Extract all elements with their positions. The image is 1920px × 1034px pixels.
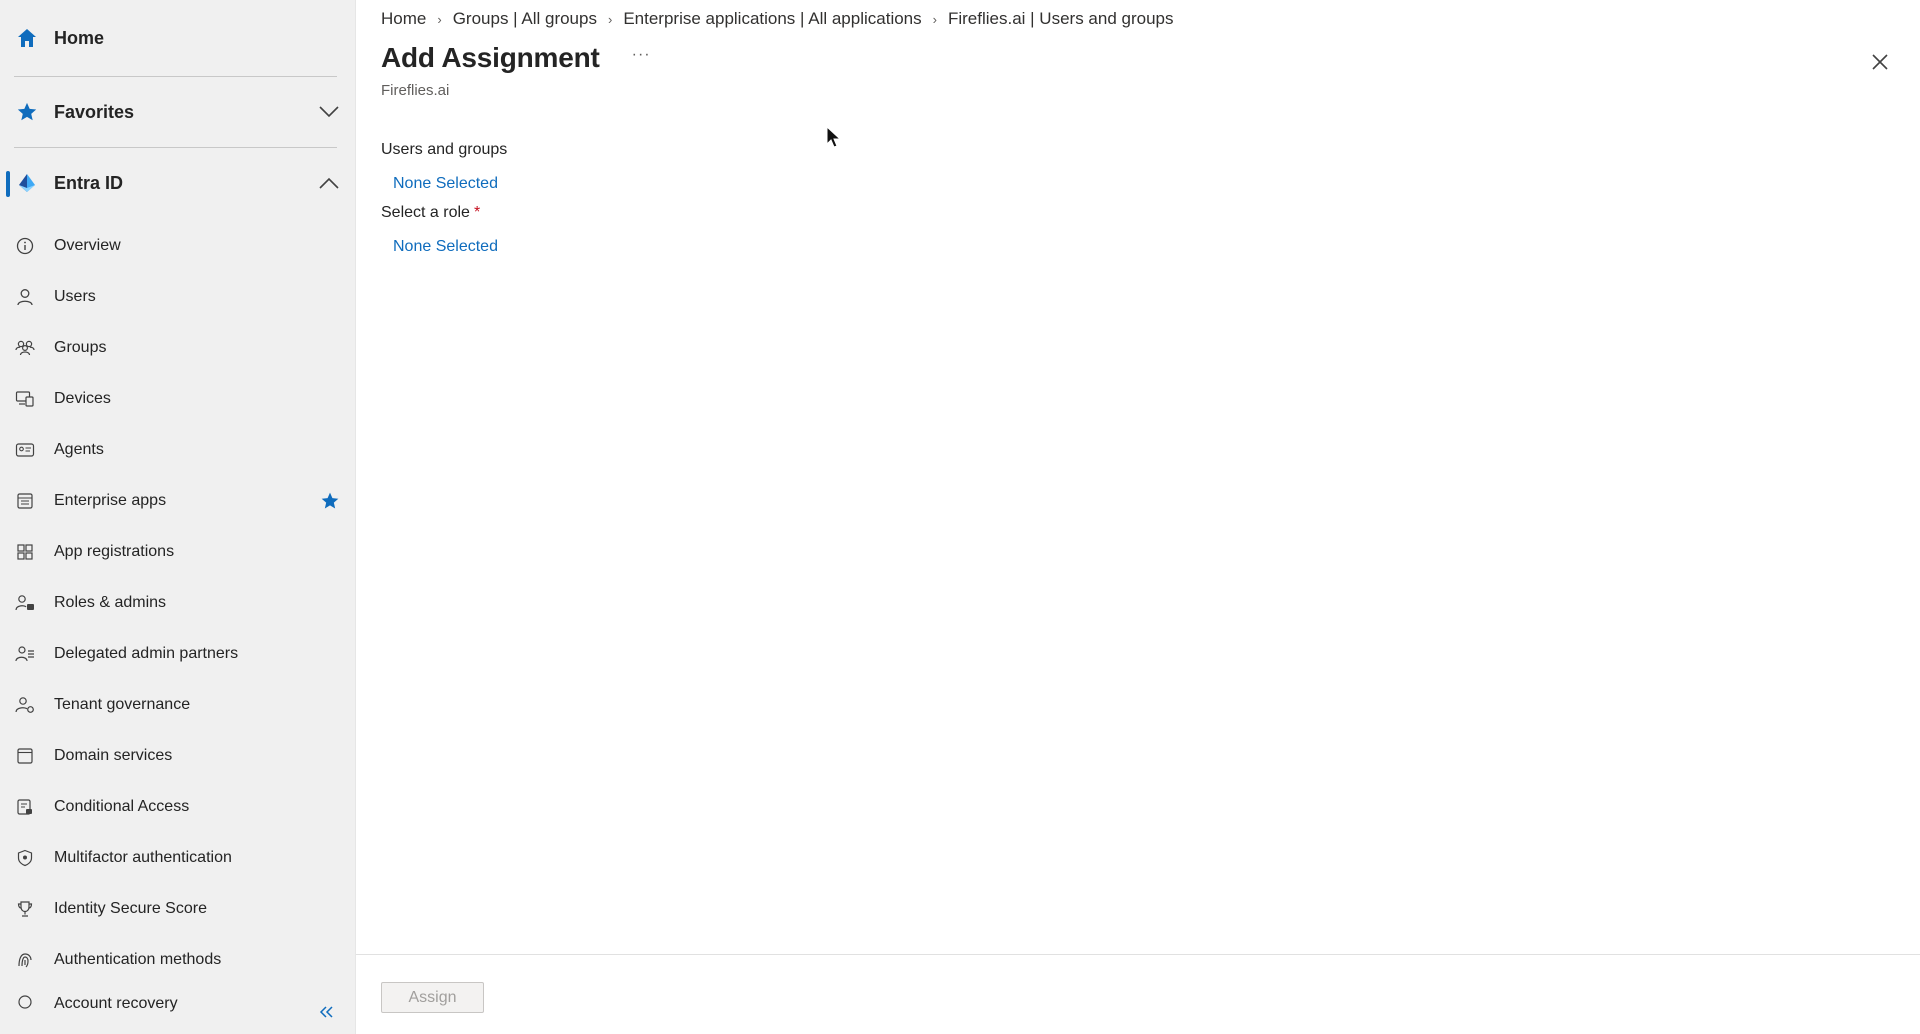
sidebar-item-agents[interactable]: Agents (0, 424, 355, 475)
breadcrumb: Home › Groups | All groups › Enterprise … (381, 7, 1174, 31)
more-options-button[interactable]: ··· (632, 47, 651, 69)
auth-methods-icon (14, 949, 36, 971)
page-title: Add Assignment (381, 42, 600, 73)
sidebar-section-label: Entra ID (54, 172, 124, 193)
sidebar-item-multifactor-authentication[interactable]: Multifactor authentication (0, 832, 355, 883)
agents-icon (14, 439, 36, 461)
add-assignment-pane: Home › Groups | All groups › Enterprise … (356, 0, 1920, 1034)
sidebar-item-label: Overview (54, 236, 121, 254)
star-icon (14, 99, 40, 125)
sidebar: Home Favorites Entra ID Overview Users G… (0, 0, 356, 1034)
groups-icon (14, 337, 36, 359)
select-role-text: Select a role (381, 204, 470, 221)
sidebar-item-authentication-methods[interactable]: Authentication methods (0, 934, 355, 985)
page-subtitle: Fireflies.ai (381, 82, 450, 99)
sidebar-item-label: Roles & admins (54, 593, 167, 611)
governance-icon (14, 694, 36, 716)
breadcrumb-fireflies-users-groups[interactable]: Fireflies.ai | Users and groups (948, 9, 1174, 29)
pane-footer: Assign (356, 954, 1920, 1034)
favorite-star-icon[interactable] (319, 490, 341, 512)
devices-icon (14, 388, 36, 410)
sidebar-item-label: Domain services (54, 746, 173, 764)
sidebar-favorites-label: Favorites (54, 101, 135, 122)
portal-window: Home Favorites Entra ID Overview Users G… (0, 0, 1920, 1034)
sidebar-item-label: Groups (54, 338, 107, 356)
sidebar-item-domain-services[interactable]: Domain services (0, 730, 355, 781)
app-registrations-icon (14, 541, 36, 563)
home-icon (14, 25, 40, 51)
sidebar-item-tenant-governance[interactable]: Tenant governance (0, 679, 355, 730)
breadcrumb-groups[interactable]: Groups | All groups (453, 9, 597, 29)
sidebar-item-label: Multifactor authentication (54, 848, 232, 866)
sidebar-item-label: Agents (54, 440, 104, 458)
enterprise-apps-icon (14, 490, 36, 512)
user-icon (14, 286, 36, 308)
sidebar-item-label: Devices (54, 389, 111, 407)
chevron-right-icon: › (932, 11, 937, 27)
sidebar-item-groups[interactable]: Groups (0, 322, 355, 373)
sidebar-item-identity-secure-score[interactable]: Identity Secure Score (0, 883, 355, 934)
sidebar-item-app-registrations[interactable]: App registrations (0, 526, 355, 577)
sidebar-nav-list: Overview Users Groups Devices Agents Ent… (0, 218, 355, 1013)
required-indicator: * (473, 204, 481, 221)
trophy-icon (14, 898, 36, 920)
entra-id-icon (14, 170, 40, 196)
recovery-icon (14, 991, 36, 1013)
chevron-right-icon: › (437, 11, 442, 27)
close-icon (1872, 54, 1888, 70)
sidebar-favorites[interactable]: Favorites (0, 77, 355, 147)
sidebar-section-entra-id[interactable]: Entra ID (0, 148, 355, 218)
sidebar-item-label: App registrations (54, 542, 175, 560)
sidebar-item-label: Conditional Access (54, 797, 190, 815)
sidebar-item-enterprise-apps[interactable]: Enterprise apps (0, 475, 355, 526)
sidebar-item-label: Delegated admin partners (54, 644, 239, 662)
close-button[interactable] (1866, 48, 1894, 76)
shield-icon (14, 847, 36, 869)
sidebar-item-overview[interactable]: Overview (0, 220, 355, 271)
sidebar-item-label: Authentication methods (54, 950, 222, 968)
sidebar-item-label: Enterprise apps (54, 491, 167, 509)
sidebar-home[interactable]: Home (0, 0, 355, 76)
users-groups-label: Users and groups (381, 141, 508, 158)
sidebar-item-roles-admins[interactable]: Roles & admins (0, 577, 355, 628)
sidebar-item-label: Users (54, 287, 96, 305)
sidebar-item-users[interactable]: Users (0, 271, 355, 322)
mouse-cursor-icon (826, 126, 842, 148)
assign-button[interactable]: Assign (381, 982, 484, 1013)
roles-icon (14, 592, 36, 614)
partners-icon (14, 643, 36, 665)
select-role-label: Select a role * (381, 204, 480, 222)
sidebar-item-delegated-admin-partners[interactable]: Delegated admin partners (0, 628, 355, 679)
conditional-access-icon (14, 796, 36, 818)
breadcrumb-enterprise-applications[interactable]: Enterprise applications | All applicatio… (623, 9, 921, 29)
domain-icon (14, 745, 36, 767)
sidebar-item-account-recovery[interactable]: Account recovery (0, 985, 355, 1013)
chevron-right-icon: › (607, 11, 613, 27)
title-row: Add Assignment ··· (381, 42, 651, 74)
info-icon (14, 235, 36, 257)
breadcrumb-home[interactable]: Home (381, 9, 426, 29)
sidebar-item-label: Tenant governance (54, 695, 191, 713)
sidebar-item-devices[interactable]: Devices (0, 373, 355, 424)
chevron-down-icon[interactable] (317, 100, 341, 124)
chevron-up-icon[interactable] (317, 171, 341, 195)
sidebar-item-label: Identity Secure Score (54, 899, 207, 917)
collapse-sidebar-icon[interactable] (314, 1000, 338, 1024)
sidebar-item-label: Account recovery (54, 995, 178, 1012)
role-none-selected-link[interactable]: None Selected (393, 238, 498, 256)
sidebar-home-label: Home (54, 27, 105, 48)
users-groups-none-selected-link[interactable]: None Selected (393, 175, 498, 193)
sidebar-item-conditional-access[interactable]: Conditional Access (0, 781, 355, 832)
